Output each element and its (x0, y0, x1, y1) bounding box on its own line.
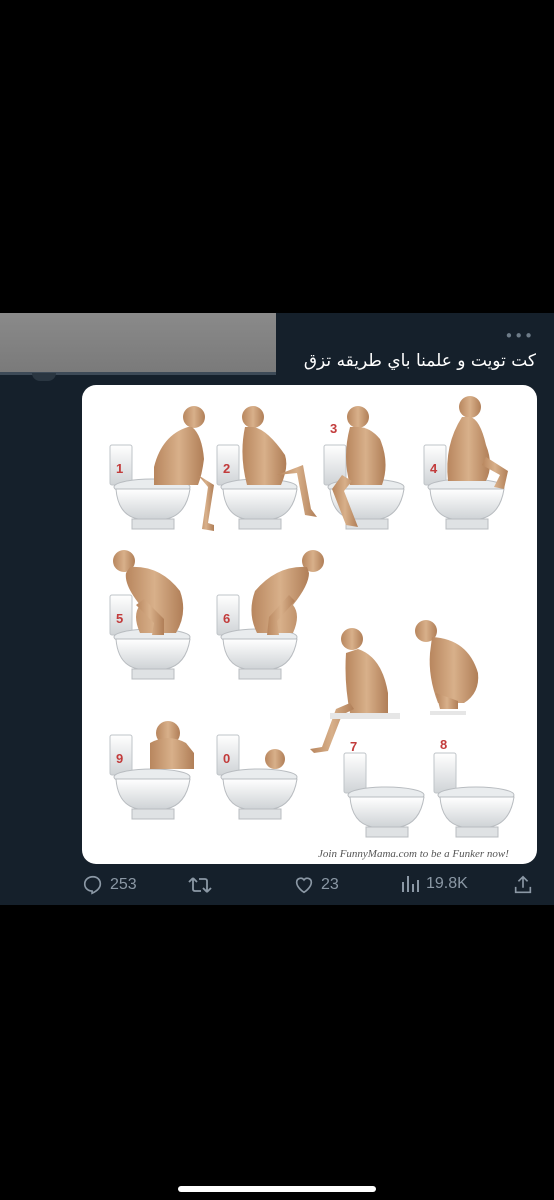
panel-number-2: 2 (223, 461, 230, 476)
panel-2: 2 (216, 406, 317, 530)
panel-number-9: 9 (116, 751, 123, 766)
panel-9: 9 (109, 721, 194, 820)
panel-number-6: 6 (223, 611, 230, 626)
panel-number-3: 3 (330, 421, 337, 436)
share-button[interactable] (512, 874, 534, 896)
tweet-card[interactable]: ••• كت تويت و علمنا باي طريقه تزق 1 2 3 … (0, 313, 554, 905)
like-button[interactable]: 23 (293, 874, 339, 896)
panel-0: 0 (216, 734, 298, 820)
retweet-icon (188, 877, 212, 893)
panel-6: 6 (216, 550, 324, 680)
views-button[interactable]: 19.8K (400, 874, 468, 894)
tweet-text: كت تويت و علمنا باي طريقه تزق (303, 351, 536, 371)
panel-number-0: 0 (223, 751, 230, 766)
panel-number-8: 8 (440, 737, 447, 752)
9gag-watermark: VIA 9GAG.COM (96, 591, 107, 674)
share-icon (514, 875, 532, 894)
panel-5: 5 (109, 550, 191, 680)
tweet-actions-bar: 253 23 19.8K (0, 870, 554, 900)
panel-7: 7 (310, 628, 425, 838)
panel-number-5: 5 (116, 611, 123, 626)
tweet-media-image[interactable]: 1 2 3 4 5 6 VIA 9GAG.COM 7 8 9 0 Join Fu… (82, 385, 537, 864)
views-chart-icon (402, 876, 419, 892)
reply-count: 253 (110, 876, 137, 893)
avatar[interactable] (32, 373, 56, 381)
panel-8: 8 (415, 620, 515, 838)
heart-icon (295, 877, 313, 894)
home-indicator[interactable] (178, 1186, 376, 1192)
more-options-icon[interactable]: ••• (504, 327, 534, 345)
like-count: 23 (321, 876, 339, 893)
panel-3: 3 (323, 406, 405, 530)
toilet-positions-chart: 1 2 3 4 5 6 VIA 9GAG.COM 7 8 9 0 Join Fu… (96, 396, 515, 860)
panel-number-1: 1 (116, 461, 123, 476)
panel-4: 4 (423, 396, 508, 530)
retweet-button[interactable] (188, 874, 218, 896)
previous-tweet-image-strip (0, 313, 276, 375)
panel-number-4: 4 (430, 461, 438, 476)
funnymama-credit: Join FunnyMama.com to be a Funker now! (318, 848, 509, 860)
reply-icon (83, 875, 102, 895)
panel-1: 1 (109, 406, 214, 531)
views-count: 19.8K (426, 875, 468, 892)
panel-number-7: 7 (350, 739, 357, 754)
reply-button[interactable]: 253 (82, 874, 137, 896)
